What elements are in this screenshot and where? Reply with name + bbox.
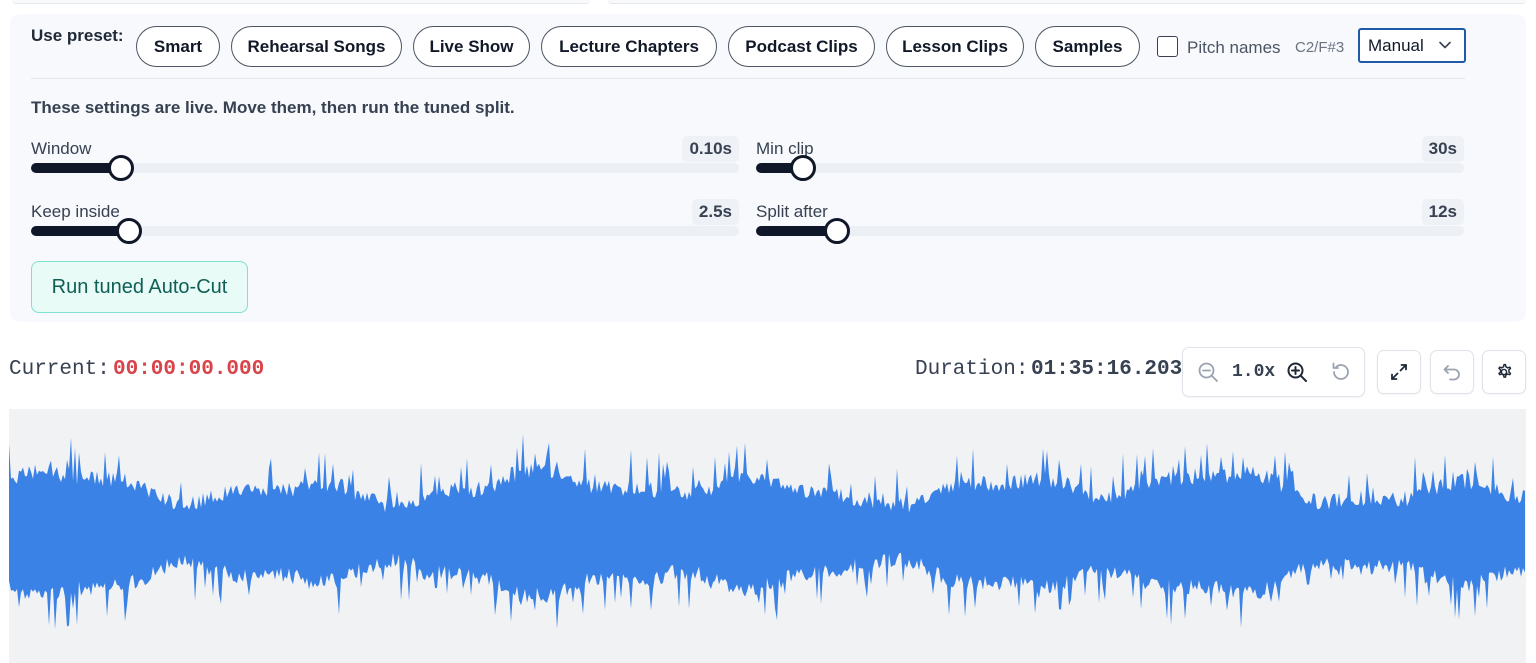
top-panel-edge-right [608,0,1526,4]
min-clip-slider-group: Min clip 30s [756,136,1464,199]
reset-zoom-icon[interactable] [1329,360,1353,384]
gear-icon [1498,363,1512,378]
live-settings-note: These settings are live. Move them, then… [31,98,515,117]
split-after-slider-track[interactable] [756,218,1464,244]
auto-cut-settings-panel: Use preset: Smart Rehearsal Songs Live S… [10,14,1526,322]
zoom-level: 1.0x [1232,362,1276,382]
expand-icon [1391,364,1407,380]
zoom-out-icon[interactable] [1196,360,1220,384]
waveform-path [9,434,1525,630]
preset-rehearsal-songs-button[interactable]: Rehearsal Songs [231,26,402,67]
keep-inside-value: 2.5s [691,199,739,225]
zoom-controls: 1.0x [1182,347,1365,397]
split-after-label: Split after [756,202,828,221]
pitch-names-checkbox[interactable] [1157,36,1178,57]
settings-button[interactable] [1482,350,1526,394]
waveform-view[interactable] [9,409,1526,663]
preset-samples-button[interactable]: Samples [1035,26,1140,67]
min-clip-slider-thumb[interactable] [789,155,816,181]
top-panel-edge-left [12,0,590,4]
pitch-names-hint: C2/F#3 [1295,39,1345,56]
preset-lesson-clips-button[interactable]: Lesson Clips [886,26,1024,67]
current-time-label: Current: [9,358,110,381]
min-clip-slider-track[interactable] [756,155,1464,181]
window-slider-thumb[interactable] [107,155,134,181]
waveform [9,434,1525,630]
window-label: Window [31,139,92,158]
window-slider-track[interactable] [31,155,739,181]
run-tuned-auto-cut-button[interactable]: Run tuned Auto-Cut [31,261,248,313]
pitch-names-label[interactable]: Pitch names [1187,38,1281,58]
preset-podcast-clips-button[interactable]: Podcast Clips [728,26,875,67]
split-after-slider-thumb[interactable] [824,218,851,244]
undo-button[interactable] [1430,350,1474,394]
split-after-slider-group: Split after 12s [756,199,1464,262]
keep-inside-slider-track[interactable] [31,218,739,244]
preset-divider [31,78,1465,79]
top-strip [0,0,1536,8]
keep-inside-slider-thumb[interactable] [115,218,142,244]
preset-smart-button[interactable]: Smart [136,26,220,67]
split-after-value: 12s [1421,199,1464,225]
min-clip-value: 30s [1421,136,1464,162]
window-value: 0.10s [682,136,739,162]
mode-select[interactable]: Manual [1358,28,1466,63]
keep-inside-slider-group: Keep inside 2.5s [31,199,739,262]
preset-lecture-chapters-button[interactable]: Lecture Chapters [541,26,717,67]
zoom-in-icon[interactable] [1285,360,1309,384]
duration-label: Duration: [915,358,1029,381]
current-time-value: 00:00:00.000 [113,358,265,381]
keep-inside-label: Keep inside [31,202,120,221]
expand-button[interactable] [1377,350,1421,394]
preset-chip-row: Smart Rehearsal Songs Live Show Lecture … [10,26,1526,68]
undo-icon [1443,365,1460,381]
mode-select-value: Manual [1368,35,1424,55]
keep-inside-slider-fill [31,226,129,236]
preset-live-show-button[interactable]: Live Show [413,26,530,67]
duration-value: 01:35:16.203 [1031,358,1183,381]
window-slider-group: Window 0.10s [31,136,739,199]
chevron-down-icon [1439,41,1451,49]
